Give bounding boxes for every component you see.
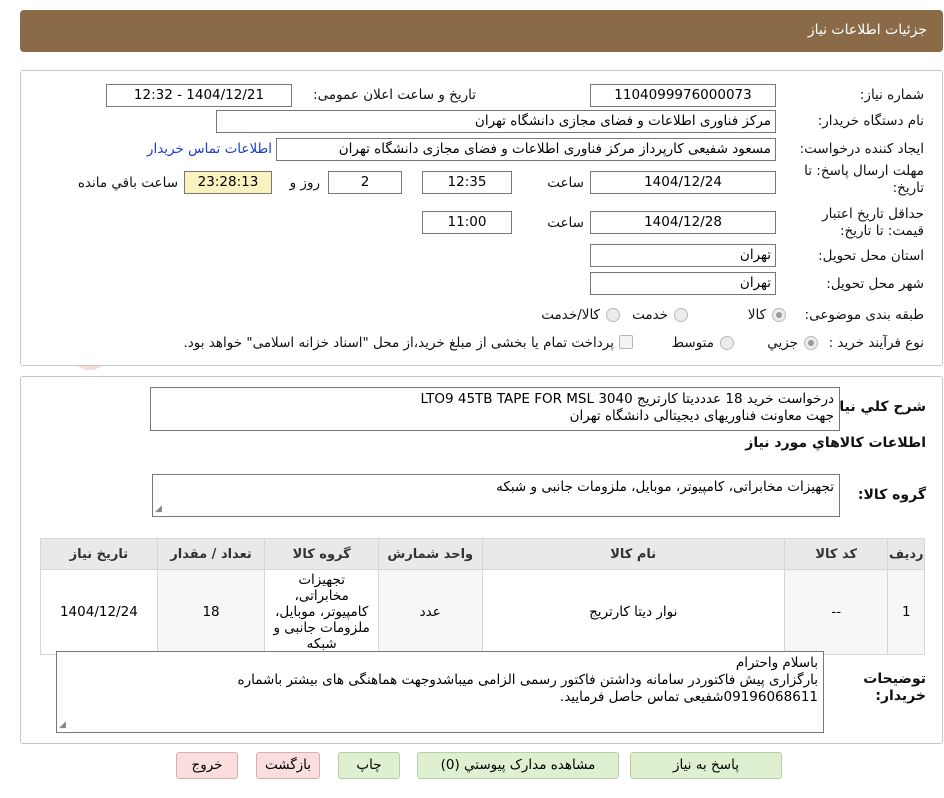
- validity-date-field[interactable]: 1404/12/28: [590, 211, 776, 234]
- process-radio-minor[interactable]: [804, 336, 818, 350]
- announce-field[interactable]: 1404/12/21 - 12:32: [106, 84, 292, 107]
- buyer-org-field[interactable]: مرکز فناوری اطلاعات و فضای مجازی دانشگاه…: [216, 110, 776, 133]
- category-option-goods-service: کالا/خدمت: [541, 307, 600, 323]
- page-title: جزئیات اطلاعات نیاز: [807, 22, 927, 38]
- reply-button[interactable]: پاسخ به نیاز: [630, 752, 782, 779]
- col-header-qty: تعداد / مقدار: [156, 538, 266, 570]
- col-header-name: نام کالا: [481, 538, 785, 570]
- group-textarea[interactable]: تجهیزات مخابراتی، کامپیوتر، موبایل، ملزو…: [152, 474, 840, 517]
- buyer-notes-label: توضیحات خریدار:: [863, 671, 926, 704]
- need-number-field[interactable]: 1104099976000073: [590, 84, 776, 107]
- cell-name: نوار دیتا کارتریج: [481, 569, 785, 655]
- needs-panel: شرح كلي نیاز: درخواست خرید 18 عدددیتا کا…: [20, 376, 943, 744]
- summary-line-2: جهت معاونت فناوریهای دیجیتالی دانشگاه ته…: [569, 408, 834, 424]
- buyer-notes-line-2: بارگزاری پیش فاکتوردر سامانه وداشتن فاکت…: [237, 672, 819, 688]
- province-label: استان محل تحویل:: [818, 248, 924, 264]
- group-label: گروه کالا:: [857, 487, 926, 503]
- goods-table: ردیف کد کالا نام کالا واحد شمارش گروه کا…: [40, 538, 925, 655]
- payment-note: پرداخت تمام یا بخشی از مبلغ خرید،از محل …: [183, 335, 614, 351]
- cell-group: تجهیزات مخابراتی، کامپیوتر، موبایل، ملزو…: [264, 569, 379, 655]
- category-option-goods: کالا: [747, 307, 766, 323]
- col-header-unit: واحد شمارش: [378, 538, 483, 570]
- resize-handle-icon[interactable]: ◢: [59, 721, 66, 730]
- buyer-notes-line-3: 09196068611شفیعی تماس حاصل فرمایید.: [559, 689, 818, 705]
- category-radio-service[interactable]: [674, 308, 688, 322]
- remaining-time-field: 23:28:13: [184, 171, 272, 194]
- cell-code: --: [783, 569, 889, 655]
- buyer-contact-link[interactable]: اطلاعات تماس خریدار: [147, 141, 272, 157]
- deadline-time-field[interactable]: 12:35: [422, 171, 512, 194]
- cell-date: 1404/12/24: [40, 569, 158, 655]
- goods-info-title: اطلاعات كالاهاي مورد نیاز: [745, 435, 926, 451]
- deadline-time-label: ساعت: [547, 175, 584, 191]
- remaining-label: ساعت باقي مانده: [77, 175, 178, 191]
- print-button[interactable]: چاپ: [338, 752, 400, 779]
- validity-label: حداقل تاریخ اعتبار قیمت: تا تاریخ:: [822, 206, 924, 239]
- process-radio-medium[interactable]: [720, 336, 734, 350]
- need-number-label: شماره نیاز:: [859, 87, 924, 103]
- category-option-service: خدمت: [632, 307, 668, 323]
- category-radio-goods[interactable]: [772, 308, 786, 322]
- buyer-org-label: نام دستگاه خریدار:: [817, 113, 924, 129]
- summary-textarea[interactable]: درخواست خرید 18 عدددیتا کارتریج LTO9 45T…: [150, 387, 840, 431]
- deadline-date-field[interactable]: 1404/12/24: [590, 171, 776, 194]
- buyer-notes-textarea[interactable]: باسلام واحترام بارگزاری پیش فاکتوردر سام…: [56, 651, 824, 733]
- category-radio-goods-service[interactable]: [606, 308, 620, 322]
- table-header-row: ردیف کد کالا نام کالا واحد شمارش گروه کا…: [40, 538, 925, 570]
- col-header-group: گروه کالا: [264, 538, 379, 570]
- summary-line-1: درخواست خرید 18 عدددیتا کارتریج LTO9 45T…: [420, 391, 834, 407]
- process-option-medium: متوسط: [671, 335, 714, 351]
- creator-label: ایجاد کننده درخواست:: [799, 141, 924, 157]
- category-label: طبقه بندی موضوعی:: [804, 307, 924, 323]
- info-panel: شماره نیاز: 1104099976000073 تاریخ و ساع…: [20, 70, 943, 366]
- summary-label: شرح كلي نیاز:: [825, 399, 926, 415]
- validity-time-field[interactable]: 11:00: [422, 211, 512, 234]
- deadline-label: مهلت ارسال پاسخ: تا تاریخ:: [804, 163, 924, 196]
- col-header-index: ردیف: [887, 538, 925, 570]
- cell-index: 1: [887, 569, 925, 655]
- validity-time-label: ساعت: [547, 215, 584, 231]
- attachments-button[interactable]: مشاهده مدارک پیوستي (0): [417, 752, 619, 779]
- process-option-minor: جزیي: [767, 335, 798, 351]
- col-header-code: کد کالا: [783, 538, 889, 570]
- cell-unit: عدد: [378, 569, 483, 655]
- process-label: نوع فرآیند خرید :: [828, 335, 924, 351]
- cell-qty: 18: [156, 569, 266, 655]
- page-header: جزئیات اطلاعات نیاز: [20, 10, 943, 52]
- province-field[interactable]: تهران: [590, 244, 776, 267]
- exit-button[interactable]: خروج: [176, 752, 238, 779]
- announce-label: تاریخ و ساعت اعلان عمومی:: [313, 87, 476, 103]
- table-row: 1 -- نوار دیتا کارتریج عدد تجهیزات مخابر…: [40, 569, 925, 655]
- treasury-payment-checkbox[interactable]: [619, 335, 633, 349]
- group-value: تجهیزات مخابراتی، کامپیوتر، موبایل، ملزو…: [496, 479, 834, 495]
- buyer-notes-line-1: باسلام واحترام: [735, 655, 818, 671]
- col-header-date: تاریخ نیاز: [40, 538, 158, 570]
- days-label: روز و: [289, 175, 320, 191]
- back-button[interactable]: بازگشت: [256, 752, 320, 779]
- city-field[interactable]: تهران: [590, 272, 776, 295]
- days-field[interactable]: 2: [328, 171, 402, 194]
- creator-field[interactable]: مسعود شفیعی کارپرداز مرکز فناوری اطلاعات…: [276, 138, 776, 161]
- city-label: شهر محل تحویل:: [826, 276, 924, 292]
- resize-handle-icon[interactable]: ◢: [155, 505, 162, 514]
